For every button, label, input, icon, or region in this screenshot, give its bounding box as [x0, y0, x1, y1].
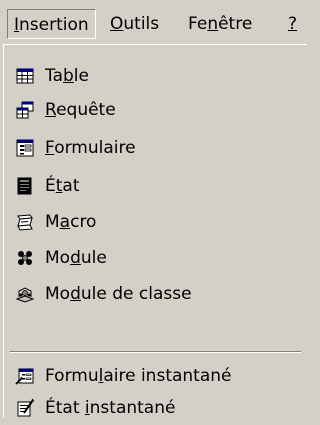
- table-icon: [16, 68, 34, 84]
- menu-item-etat[interactable]: État: [4, 169, 307, 203]
- menu-item-label: État: [45, 176, 80, 196]
- report-icon: [17, 177, 32, 195]
- autoreport-icon: [17, 398, 35, 417]
- menu-item-label: État instantané: [45, 398, 176, 418]
- menu-item-label: Module de classe: [45, 284, 192, 304]
- menu-item-table[interactable]: Table: [4, 59, 307, 93]
- menu-help[interactable]: ?: [282, 9, 303, 39]
- insertion-dropdown: Table Requête Formulaire État Macro Modu…: [3, 44, 307, 418]
- menu-item-label: Macro: [45, 212, 97, 232]
- menu-item-label: Table: [45, 66, 89, 86]
- menu-item-label: Requête: [45, 100, 116, 120]
- menu-item-formulaire-instantane[interactable]: Formulaire instantané: [4, 359, 307, 393]
- module-icon: [18, 251, 32, 265]
- autoform-icon: [15, 368, 34, 385]
- menu-item-requete[interactable]: Requête: [4, 93, 307, 127]
- menu-insertion[interactable]: Insertion: [7, 9, 96, 39]
- menu-item-label: Formulaire instantané: [45, 366, 232, 386]
- menu-help-label: ?: [288, 14, 298, 34]
- menu-item-label: Module: [45, 248, 107, 268]
- menu-fenetre-label: Fenêtre: [188, 14, 253, 34]
- query-icon: [16, 101, 34, 119]
- menu-item-formulaire[interactable]: Formulaire: [4, 131, 307, 165]
- menu-insertion-label: Insertion: [14, 15, 89, 35]
- menu-item-etat-instantane[interactable]: État instantané: [4, 391, 307, 425]
- menu-bar: Insertion Outils Fenêtre ?: [0, 0, 307, 44]
- menu-separator: [10, 351, 301, 353]
- menu-item-label: Formulaire: [45, 138, 136, 158]
- menu-item-module-classe[interactable]: Module de classe: [4, 277, 307, 311]
- menu-item-macro[interactable]: Macro: [4, 205, 307, 239]
- form-icon: [16, 139, 34, 157]
- menu-outils[interactable]: Outils: [104, 9, 165, 39]
- menu-outils-label: Outils: [110, 14, 160, 34]
- macro-icon: [17, 214, 33, 231]
- class-module-icon: [15, 287, 35, 303]
- menu-fenetre[interactable]: Fenêtre: [182, 9, 258, 39]
- menu-item-module[interactable]: Module: [4, 241, 307, 275]
